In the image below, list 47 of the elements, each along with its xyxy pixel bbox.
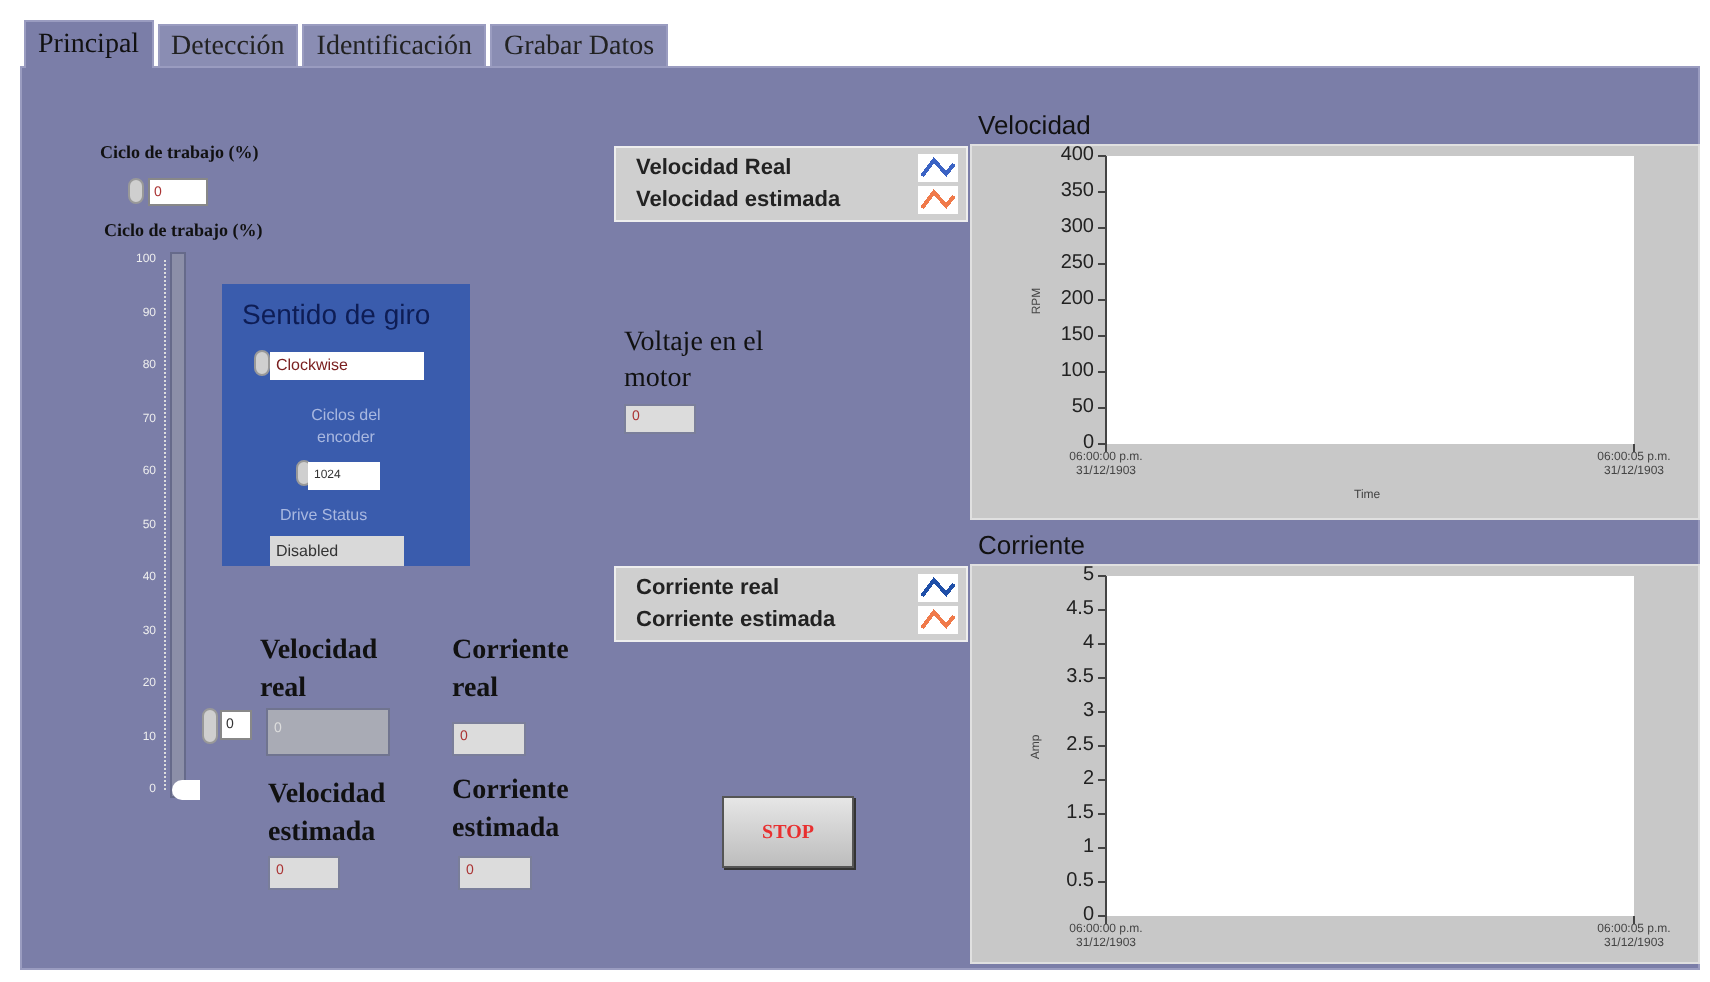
- stop-button[interactable]: STOP: [722, 796, 854, 868]
- legend-label: Velocidad Real: [636, 153, 792, 184]
- axis-tick-label: 150: [1058, 326, 1094, 346]
- chart-title: Corriente: [978, 528, 1085, 564]
- dropdown-field[interactable]: Clockwise: [270, 352, 424, 380]
- legend-label: Corriente real: [636, 573, 780, 604]
- scale-ticks-icon: [160, 260, 166, 790]
- axis-tick-label: 100: [1058, 362, 1094, 382]
- indicator-label: Velocidad real: [260, 634, 380, 708]
- indicator-label: Voltaje en el motor: [624, 326, 766, 398]
- legend-label: Corriente estimada: [636, 605, 836, 636]
- axis-tick-label: 0: [1082, 906, 1094, 926]
- panel-title: Sentido de giro: [242, 296, 431, 334]
- axis-tick-label: 0: [1082, 434, 1094, 454]
- axis-tick-label: 400: [1058, 146, 1094, 166]
- tab[interactable]: Identificación: [302, 24, 487, 68]
- control-label: Drive Status: [280, 504, 368, 528]
- slider-thumb[interactable]: [172, 780, 200, 800]
- control-label: Ciclo de trabajo (%): [100, 140, 259, 166]
- axis-tick-label: 3.5: [1064, 668, 1094, 688]
- spinner-icon[interactable]: [254, 350, 270, 376]
- axis-tick-label: 350: [1058, 182, 1094, 202]
- slider-track[interactable]: [170, 252, 186, 798]
- chart-title: Velocidad: [978, 108, 1091, 144]
- axis-tick-label: 50: [1069, 398, 1094, 418]
- axis-tick-label: 1.5: [1064, 804, 1094, 824]
- indicator-label: Corriente real: [452, 634, 571, 708]
- indicator-label: Velocidad estimada: [268, 778, 388, 852]
- tab[interactable]: Detección: [157, 24, 299, 68]
- status-indicator: Disabled: [270, 536, 404, 566]
- axis-tick-label: 1: [1080, 838, 1094, 858]
- axis-tick-label: 200: [1058, 290, 1094, 310]
- axis-tick-label: 3: [1080, 702, 1094, 722]
- axis-tick-label: 250: [1058, 254, 1094, 274]
- axis-tick-label: 5: [1080, 566, 1094, 586]
- axis-tick-label: 2.5: [1064, 736, 1094, 756]
- control-label: Ciclo de trabajo (%): [104, 218, 263, 244]
- tab[interactable]: Grabar Datos: [490, 24, 669, 68]
- control-label: Ciclos del encoder: [309, 404, 383, 448]
- axis-tick-label: 4: [1080, 634, 1094, 654]
- axis-tick-label: 0.5: [1064, 872, 1094, 892]
- legend-label: Velocidad estimada: [636, 185, 841, 216]
- axis-tick-label: 2: [1080, 770, 1094, 790]
- tab[interactable]: Principal: [24, 20, 154, 68]
- axis-tick-label: 4.5: [1064, 600, 1094, 620]
- axis-tick-label: 300: [1058, 218, 1094, 238]
- indicator-label: Corriente estimada: [452, 774, 571, 848]
